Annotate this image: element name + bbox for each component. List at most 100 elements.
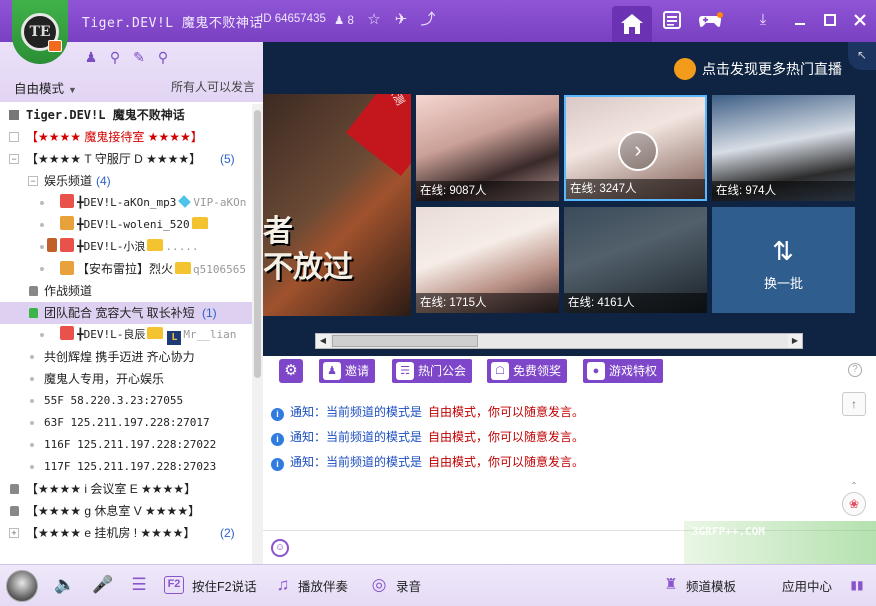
mode-dropdown[interactable]: 自由模式 ▼	[14, 78, 77, 97]
help-icon[interactable]: ?	[848, 363, 862, 377]
hot-guild-button[interactable]: ☴ 热门公会	[392, 359, 473, 383]
chevron-right-icon[interactable]: ›	[618, 131, 658, 171]
message-input-row[interactable]: ☺ 3GRFP++.COM	[263, 521, 876, 573]
scrollbar-thumb[interactable]	[254, 110, 261, 378]
channel-template-button[interactable]: 频道模板	[686, 576, 736, 595]
tree-item-lounge[interactable]: 【★★★★ g 休息室 V ★★★★】	[0, 500, 252, 522]
game-poster[interactable]: 13号10:00 公测 者 不放过	[263, 94, 411, 316]
tree-item-label: 魔鬼人专用，开心娱乐	[44, 372, 165, 386]
system-notice: i 通知：当前频道的模式是 自由模式，你可以随意发言。	[271, 402, 584, 422]
tree-item-count: (5)	[220, 152, 235, 166]
tree-item-reception[interactable]: 【★★★★ 魔鬼接待室 ★★★★】	[0, 126, 252, 148]
tree-root[interactable]: Tiger.DEV!L 魔鬼不败神话	[0, 104, 252, 126]
music-note-icon: ♫	[276, 575, 290, 594]
tree-item-unite[interactable]: 共创辉煌 携手迈进 齐心协力	[0, 346, 252, 368]
swap-batch-button[interactable]: ⇅ 换一批	[712, 207, 855, 313]
live-tile[interactable]: 在线: 1715人	[416, 207, 559, 313]
location-icon[interactable]: ⚲	[106, 48, 124, 66]
live-tile[interactable]: › 在线: 3247人	[564, 95, 707, 201]
channel-logo[interactable]: TE	[12, 0, 68, 64]
tab-games[interactable]	[697, 10, 723, 30]
gift-icon: ☖	[491, 362, 509, 380]
scrollbar-thumb[interactable]	[332, 335, 478, 347]
system-notice: i 通知：当前频道的模式是 自由模式，你可以随意发言。	[271, 452, 584, 472]
tree-item-server-116f[interactable]: 116F 125.211.197.228:27022	[0, 434, 252, 456]
favorite-star-icon[interactable]: ☆	[364, 10, 384, 30]
tree-item-battle[interactable]: 作战频道	[0, 280, 252, 302]
crown-icon	[191, 217, 208, 229]
tree-item-guard-hall[interactable]: − 【★★★★ T 守服厅 D ★★★★】 (5)	[0, 148, 252, 170]
equalizer-icon[interactable]: ☰	[128, 574, 150, 596]
user-manage-icon[interactable]: ♟	[82, 48, 100, 66]
user-name-text: ╋DEV!L-小浪	[77, 240, 146, 253]
discover-more-link[interactable]: 点击发现更多热门直播	[674, 58, 842, 80]
emoji-icon[interactable]: ☺	[271, 539, 289, 557]
record-icon: ◎	[371, 575, 387, 594]
notice-body: 当前频道的模式是	[326, 430, 423, 444]
tree-item-entertainment[interactable]: − 娱乐频道 (4)	[0, 170, 252, 192]
push-to-talk-button[interactable]: 按住F2说话	[192, 576, 257, 595]
record-button[interactable]: 录音	[396, 576, 421, 595]
tile-online-count: 在线: 1715人	[416, 293, 559, 313]
scroll-left-arrow-icon[interactable]: ◀	[316, 334, 330, 348]
logo-icon: TE	[21, 13, 62, 52]
edit-list-icon[interactable]: ✎	[130, 48, 148, 66]
user-name: ╋DEV!L-aKOn_mp3 VIP-aKOn	[60, 192, 246, 214]
invite-button[interactable]: ♟ 邀请	[319, 359, 376, 383]
user-signature: VIP-aKOn	[193, 196, 247, 209]
tree-item-afk[interactable]: + 【★★★★ e 挂机房 ! ★★★★】 (2)	[0, 522, 252, 544]
download-icon[interactable]: ⤓	[753, 10, 773, 30]
scroll-right-arrow-icon[interactable]: ▶	[788, 334, 802, 348]
play-music-button[interactable]: 播放伴奏	[298, 576, 348, 595]
tree-item-meeting[interactable]: 【★★★★ i 会议室 E ★★★★】	[0, 478, 252, 500]
f2-key-icon: F2	[164, 576, 184, 594]
tree-item-label: 117F 125.211.197.228:27023	[44, 460, 217, 473]
tree-item-server-63f[interactable]: 63F 125.211.197.228:27017	[0, 412, 252, 434]
horizontal-scrollbar[interactable]: ◀ ▶	[315, 333, 803, 349]
tree-item-team[interactable]: 团队配合 宽容大气 取长补短 (1)	[0, 302, 252, 324]
plane-icon[interactable]: ✈	[391, 10, 411, 30]
speaker-icon[interactable]: 🔈	[54, 574, 76, 596]
info-icon: i	[271, 433, 284, 446]
status-dot	[40, 267, 44, 271]
tree-item-label: 【★★★★ g 休息室 V ★★★★】	[26, 504, 201, 518]
tree-item-server-117f[interactable]: 117F 125.211.197.228:27023	[0, 456, 252, 478]
search-icon[interactable]: ⚲	[154, 48, 172, 66]
status-dot	[30, 355, 34, 359]
user-row[interactable]: ╋DEV!L-aKOn_mp3 VIP-aKOn	[0, 192, 252, 214]
guild-icon: ☴	[396, 362, 414, 380]
collapse-corner-button[interactable]: ↖	[848, 42, 876, 70]
tree-item-devil-only[interactable]: 魔鬼人专用，开心娱乐	[0, 368, 252, 390]
live-tile[interactable]: 在线: 974人	[712, 95, 855, 201]
live-tile[interactable]: 在线: 4161人	[564, 207, 707, 313]
notice-prefix: 通知：	[290, 430, 327, 444]
game-perks-button[interactable]: ● 游戏特权	[583, 359, 664, 383]
scroll-to-top-button[interactable]: ↑	[842, 392, 866, 416]
minimize-button[interactable]	[790, 10, 810, 30]
share-icon[interactable]: ⤴	[418, 10, 438, 30]
tree-item-server-55f[interactable]: 55F 58.220.3.23:27055	[0, 390, 252, 412]
user-row[interactable]: ╋DEV!L-小浪.....	[0, 236, 252, 258]
lock-icon	[10, 506, 19, 516]
user-row[interactable]: 【安布雷拉】烈火 q5106565	[0, 258, 252, 280]
app-center-button[interactable]: 应用中心	[782, 576, 832, 595]
tree-scrollbar[interactable]	[252, 104, 263, 564]
tab-list[interactable]	[662, 10, 682, 30]
avatar[interactable]	[6, 570, 38, 602]
flower-gift-button[interactable]: ❀	[842, 492, 866, 516]
user-row[interactable]: ╋DEV!L-良辰 L Mr__lian	[0, 324, 252, 346]
refresh-icon: ⇅	[772, 236, 794, 266]
user-row[interactable]: ╋DEV!L-woleni_520	[0, 214, 252, 236]
channel-tree[interactable]: Tiger.DEV!L 魔鬼不败神话 【★★★★ 魔鬼接待室 ★★★★】 − 【…	[0, 104, 252, 564]
tab-home[interactable]	[612, 6, 652, 42]
settings-button[interactable]: ⚙	[279, 359, 303, 383]
tree-item-label: 娱乐频道	[44, 174, 93, 188]
maximize-button[interactable]	[820, 10, 840, 30]
collapse-icon: −	[28, 176, 38, 186]
free-claim-button[interactable]: ☖ 免费领奖	[487, 359, 568, 383]
close-button[interactable]	[850, 10, 870, 30]
user-name: ╋DEV!L-小浪.....	[47, 236, 198, 258]
microphone-icon[interactable]: 🎤	[92, 574, 114, 596]
expand-icon	[9, 132, 19, 142]
live-tile[interactable]: 在线: 9087人	[416, 95, 559, 201]
